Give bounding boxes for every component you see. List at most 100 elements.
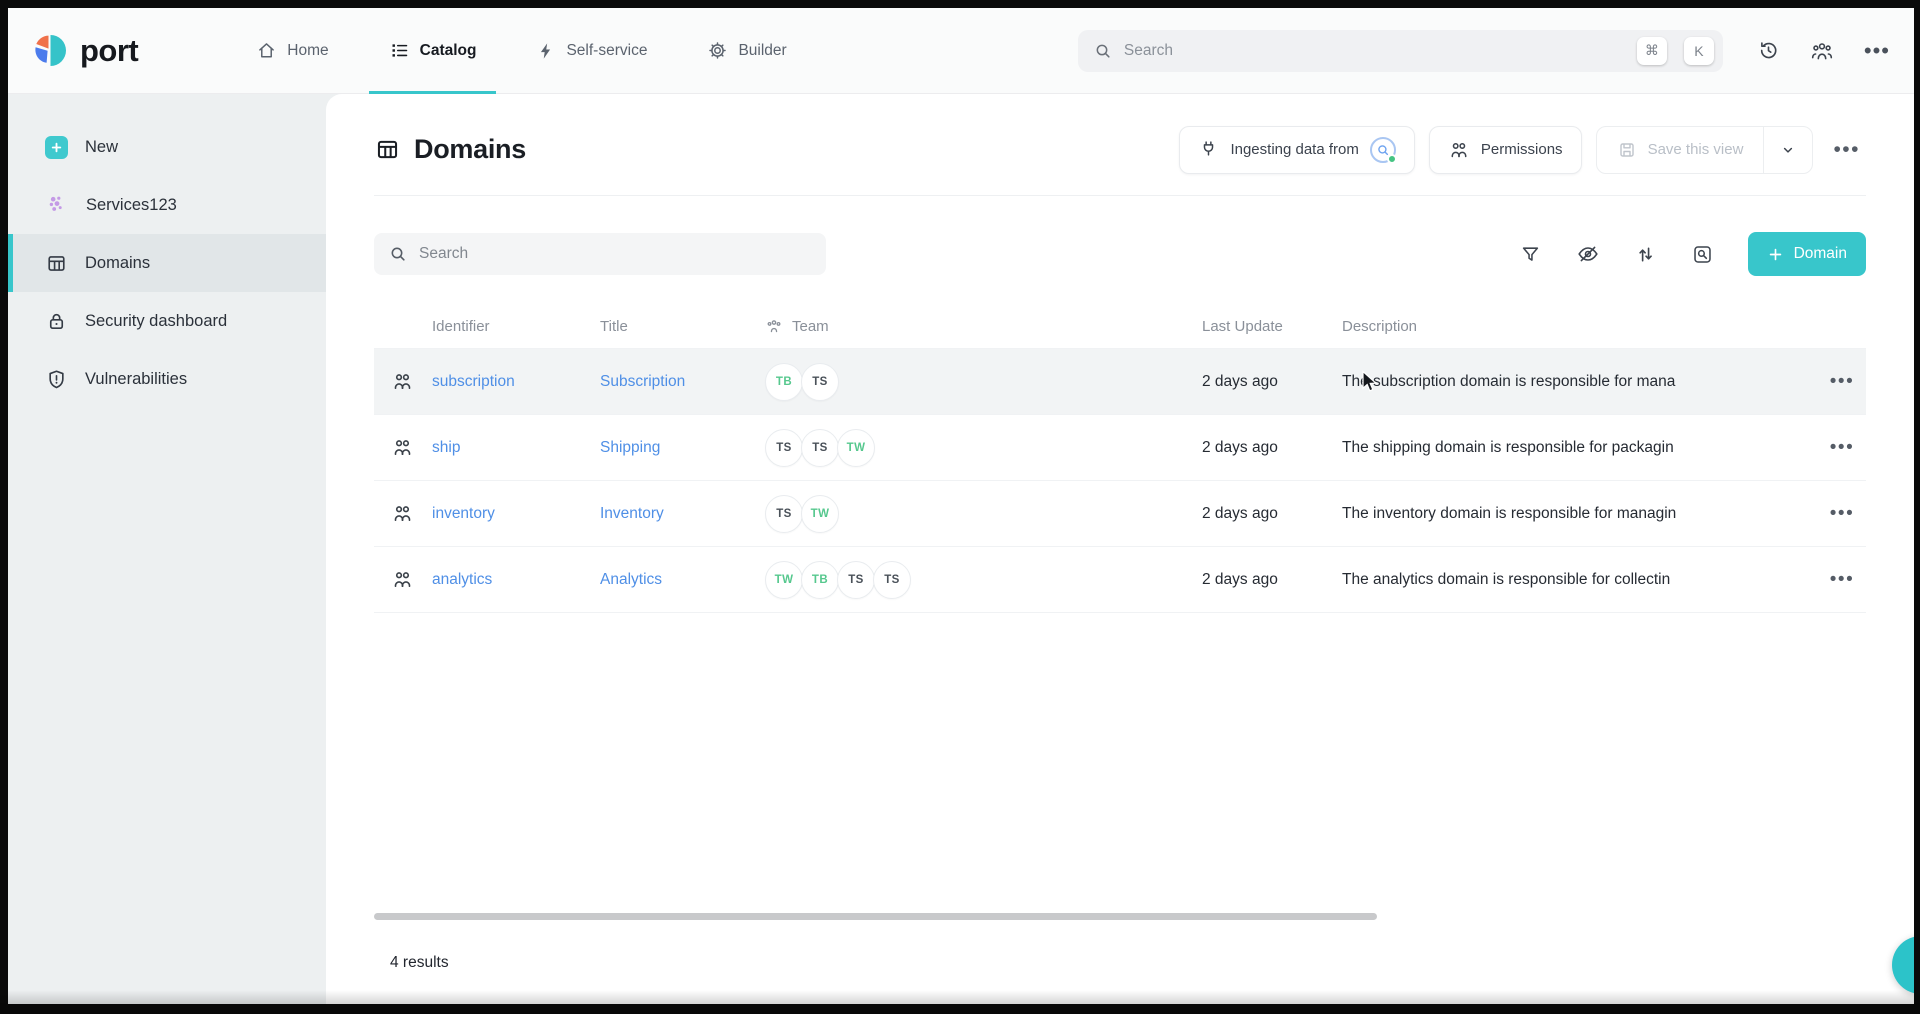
team-avatar[interactable]: TW [801,495,839,533]
sidebar-item-domains[interactable]: Domains [8,234,326,292]
sidebar-item-security-dashboard[interactable]: Security dashboard [8,292,326,350]
team-avatar[interactable]: TS [801,429,839,467]
add-domain-label: Domain [1794,245,1847,263]
detailed-view-button[interactable] [1689,241,1716,268]
team-avatar[interactable]: TB [765,363,803,401]
team-avatars: TBTS [765,363,1202,401]
home-icon [256,40,277,61]
tab-self-service[interactable]: Self-service [514,8,669,93]
page-title: Domains [414,134,526,165]
permissions-button[interactable]: Permissions [1429,126,1582,174]
people-icon [1810,39,1834,63]
sidebar-item-label: Vulnerabilities [85,370,187,389]
page-more-button[interactable]: ••• [1827,141,1866,159]
eye-off-icon [1576,242,1600,266]
save-view-button[interactable]: Save this view [1597,127,1764,173]
column-description: Description [1342,318,1818,335]
table-row[interactable]: subscription Subscription TBTS 2 days ag… [374,348,1866,414]
team-avatar[interactable]: TS [801,363,839,401]
sort-arrows-icon [1634,243,1657,266]
port-logo[interactable]: port [30,8,138,93]
filter-funnel-icon [1519,243,1542,266]
table-body: subscription Subscription TBTS 2 days ag… [374,348,1866,613]
identifier-link[interactable]: ship [432,439,600,457]
table-row[interactable]: analytics Analytics TWTBTSTS 2 days ago … [374,546,1866,612]
row-actions-button[interactable]: ••• [1828,373,1856,391]
table-search[interactable] [374,233,826,275]
filter-button[interactable] [1517,241,1544,268]
global-search[interactable]: ⌘ K [1078,30,1723,72]
app-body: New Services123 [8,94,1914,1004]
hide-columns-button[interactable] [1574,240,1602,268]
title-link[interactable]: Shipping [600,439,765,457]
lock-icon [45,310,68,333]
members-button[interactable] [1808,37,1836,65]
more-menu-button[interactable]: ••• [1862,44,1892,58]
top-nav: port Home [8,8,1914,94]
plus-tile-icon [45,136,68,159]
add-domain-button[interactable]: Domain [1748,232,1866,276]
permissions-label: Permissions [1481,141,1563,158]
horizontal-scrollbar [374,913,1834,920]
sidebar-item-new[interactable]: New [8,118,326,176]
table-row[interactable]: inventory Inventory TSTW 2 days ago The … [374,480,1866,546]
table-toolbar: Domain [374,232,1866,276]
row-actions-button[interactable]: ••• [1828,571,1856,589]
team-avatars: TWTBTSTS [765,561,1202,599]
table-header: Identifier Title Team Last Update Descri… [374,304,1866,348]
sidebar-item-vulnerabilities[interactable]: Vulnerabilities [8,350,326,408]
team-avatars: TSTW [765,495,1202,533]
tab-label: Self-service [566,42,647,60]
sidebar-item-services123[interactable]: Services123 [8,176,326,234]
primary-nav: Home Catalog [234,8,808,93]
more-icon: ••• [1833,138,1860,161]
title-link[interactable]: Inventory [600,505,765,523]
team-avatar[interactable]: TW [837,429,875,467]
app-window: port Home [8,8,1914,1004]
title-link[interactable]: Subscription [600,373,765,391]
last-update-cell: 2 days ago [1202,439,1342,457]
column-team: Team [765,317,1202,335]
tab-label: Home [287,42,328,60]
team-avatar[interactable]: TS [837,561,875,599]
shield-alert-icon [45,368,68,391]
page-header: Domains Ingesting data from [374,94,1866,196]
chevron-down-icon [1779,141,1797,159]
scrollbar-thumb[interactable] [374,913,1377,920]
table-icon [374,136,401,163]
history-button[interactable] [1755,37,1782,64]
team-avatar[interactable]: TS [765,495,803,533]
row-actions-button[interactable]: ••• [1828,505,1856,523]
save-view-split-button: Save this view [1596,126,1814,174]
title-link[interactable]: Analytics [600,571,765,589]
search-icon [1093,41,1113,61]
save-view-caret-button[interactable] [1763,127,1812,173]
more-icon: ••• [1830,437,1854,458]
global-search-input[interactable] [1124,42,1620,60]
team-avatar[interactable]: TS [873,561,911,599]
last-update-cell: 2 days ago [1202,571,1342,589]
tab-builder[interactable]: Builder [685,8,808,93]
row-actions-button[interactable]: ••• [1828,439,1856,457]
tab-catalog[interactable]: Catalog [367,8,499,93]
results-count: 4 results [390,954,449,972]
more-icon: ••• [1830,371,1854,392]
sidebar-item-label: Security dashboard [85,312,227,331]
column-last-update: Last Update [1202,318,1342,335]
team-avatar[interactable]: TW [765,561,803,599]
sidebar-item-label: Domains [85,254,150,273]
ingesting-data-button[interactable]: Ingesting data from [1179,126,1414,174]
identifier-link[interactable]: subscription [432,373,600,391]
team-avatar[interactable]: TB [801,561,839,599]
identifier-link[interactable]: analytics [432,571,600,589]
screen: port Home [0,0,1920,1014]
sort-button[interactable] [1632,241,1659,268]
table-search-input[interactable] [419,245,812,263]
table-row[interactable]: ship Shipping TSTSTW 2 days ago The ship… [374,414,1866,480]
team-avatar[interactable]: TS [765,429,803,467]
search-icon [388,244,408,264]
identifier-link[interactable]: inventory [432,505,600,523]
tab-home[interactable]: Home [234,8,350,93]
page-title-wrap: Domains [374,134,526,165]
main-panel: Domains Ingesting data from [326,94,1914,1004]
